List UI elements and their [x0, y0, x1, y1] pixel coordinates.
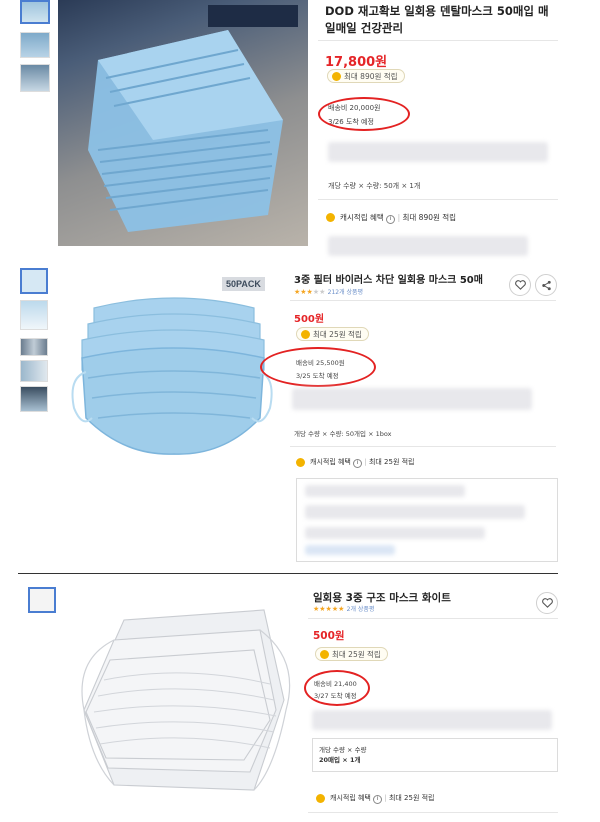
coin-icon — [326, 213, 335, 222]
divider — [308, 618, 558, 619]
section-divider — [18, 573, 558, 574]
info-icon[interactable]: i — [373, 795, 383, 804]
divider — [318, 40, 558, 41]
price-1: 17,800원 — [325, 55, 388, 70]
divider — [290, 446, 556, 447]
thumbnail-2[interactable] — [20, 32, 50, 58]
product-image-1 — [58, 0, 308, 246]
pack-badge: 50PACK — [222, 277, 265, 291]
title-line: DOD 재고확보 일회용 덴탈마스크 50매입 매 — [325, 4, 549, 18]
cash-value: 최대 25원 적립 — [388, 794, 435, 802]
product-image-3 — [64, 600, 294, 800]
coin-icon — [296, 458, 305, 467]
thumbnail-1[interactable] — [20, 268, 48, 294]
points-badge-2: 최대 25원 적립 — [296, 327, 369, 341]
rating-stars-3: ★★★★★ 2개 상품평 — [313, 604, 374, 613]
coin-icon — [301, 330, 310, 339]
thumbnail-3[interactable] — [20, 64, 50, 92]
divider — [308, 812, 558, 813]
option-value: 20매입 × 1개 — [319, 756, 361, 764]
points-badge-1: 최대 890원 적립 — [327, 69, 405, 83]
thumbnail-1[interactable] — [28, 587, 56, 613]
cash-label: 캐시적립 혜택 — [340, 213, 384, 222]
blurred-info-1 — [328, 142, 548, 162]
heart-icon[interactable] — [509, 274, 531, 296]
title-line: 일매일 건강관리 — [325, 21, 404, 35]
cash-label: 캐시적립 혜택 — [310, 458, 351, 466]
divider — [318, 199, 558, 200]
points-badge-3: 최대 25원 적립 — [315, 647, 388, 661]
price-3: 500원 — [313, 630, 345, 642]
star-icon: ★★★ — [294, 288, 313, 296]
points-text: 최대 25원 적립 — [313, 330, 362, 339]
cash-value: 최대 25원 적립 — [368, 458, 415, 466]
blurred-info-2 — [292, 388, 532, 410]
thumbnail-2[interactable] — [20, 300, 48, 330]
product-title-1[interactable]: DOD 재고확보 일회용 덴탈마스크 50매입 매 일매일 건강관리 — [325, 3, 565, 37]
info-icon[interactable]: i — [353, 459, 363, 468]
blurred-info-3 — [312, 710, 552, 730]
divider — [290, 300, 556, 301]
points-text: 최대 25원 적립 — [332, 650, 381, 659]
thumbnail-3[interactable] — [20, 338, 48, 356]
annotation-circle-1 — [318, 97, 410, 131]
star-icon: ★★★★★ — [313, 605, 345, 613]
share-icon[interactable] — [535, 274, 557, 296]
points-text: 최대 890원 적립 — [344, 72, 398, 81]
info-icon[interactable]: i — [386, 215, 396, 224]
thumbnail-1[interactable] — [20, 0, 50, 24]
coin-icon — [316, 794, 325, 803]
product-image-2 — [64, 268, 274, 468]
review-count[interactable]: 212개 상품평 — [328, 289, 363, 296]
annotation-circle-3 — [304, 670, 370, 706]
seller-box-2 — [296, 478, 558, 562]
coin-icon — [320, 650, 329, 659]
review-count[interactable]: 2개 상품평 — [347, 606, 375, 613]
option-quantity-2: 개당 수량 × 수량: 50개입 × 1box — [294, 430, 392, 438]
annotation-circle-2 — [260, 347, 376, 387]
blurred-info-1b — [328, 236, 528, 256]
cash-label: 캐시적립 혜택 — [330, 794, 371, 802]
cash-value: 최대 890원 적립 — [402, 213, 457, 222]
option-label: 개당 수량 × 수량 — [319, 746, 367, 754]
option-box-3: 개당 수량 × 수량 20매입 × 1개 — [312, 738, 558, 772]
coin-icon — [332, 72, 341, 81]
heart-icon[interactable] — [536, 592, 558, 614]
rating-stars-2: ★★★★★ 212개 상품평 — [294, 288, 364, 296]
option-quantity-1: 개당 수량 × 수량: 50개 × 1개 — [328, 182, 421, 190]
thumbnail-4[interactable] — [20, 360, 48, 382]
thumbnail-5[interactable] — [20, 386, 48, 412]
price-2: 500원 — [294, 314, 325, 325]
